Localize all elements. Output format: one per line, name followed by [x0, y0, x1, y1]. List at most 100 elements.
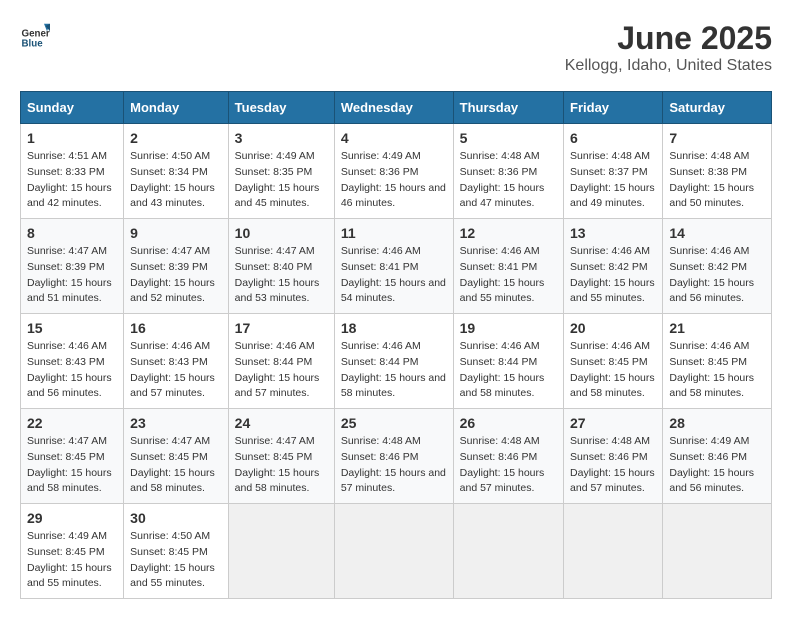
day-info: Sunrise: 4:48 AMSunset: 8:36 PMDaylight:…	[460, 149, 557, 212]
day-number: 10	[235, 225, 328, 241]
day-number: 11	[341, 225, 447, 241]
day-number: 17	[235, 320, 328, 336]
day-info: Sunrise: 4:47 AMSunset: 8:45 PMDaylight:…	[235, 434, 328, 497]
day-number: 26	[460, 415, 557, 431]
calendar-cell: 10 Sunrise: 4:47 AMSunset: 8:40 PMDayligh…	[228, 219, 334, 314]
day-info: Sunrise: 4:46 AMSunset: 8:45 PMDaylight:…	[669, 339, 765, 402]
calendar-week-3: 15 Sunrise: 4:46 AMSunset: 8:43 PMDayligh…	[21, 314, 772, 409]
weekday-header-monday: Monday	[124, 92, 229, 124]
calendar-cell: 18Sunrise: 4:46 AMSunset: 8:44 PMDayligh…	[334, 314, 453, 409]
calendar-cell	[663, 504, 772, 599]
calendar-cell: 25 Sunrise: 4:48 AMSunset: 8:46 PMDayligh…	[334, 409, 453, 504]
day-number: 3	[235, 130, 328, 146]
day-number: 20	[570, 320, 656, 336]
calendar-cell: 15 Sunrise: 4:46 AMSunset: 8:43 PMDayligh…	[21, 314, 124, 409]
calendar-cell: 11Sunrise: 4:46 AMSunset: 8:41 PMDayligh…	[334, 219, 453, 314]
page-subtitle: Kellogg, Idaho, United States	[565, 57, 772, 75]
calendar-week-4: 22 Sunrise: 4:47 AMSunset: 8:45 PMDayligh…	[21, 409, 772, 504]
day-info: Sunrise: 4:48 AMSunset: 8:46 PMDaylight:…	[570, 434, 656, 497]
day-number: 1	[27, 130, 117, 146]
weekday-header-tuesday: Tuesday	[228, 92, 334, 124]
calendar-cell: 20Sunrise: 4:46 AMSunset: 8:45 PMDayligh…	[564, 314, 663, 409]
day-info: Sunrise: 4:47 AMSunset: 8:39 PMDaylight:…	[130, 244, 222, 307]
day-number: 7	[669, 130, 765, 146]
day-info: Sunrise: 4:47 AMSunset: 8:45 PMDaylight:…	[27, 434, 117, 497]
title-area: June 2025 Kellogg, Idaho, United States	[565, 20, 772, 75]
calendar-cell: 12 Sunrise: 4:46 AMSunset: 8:41 PMDayligh…	[453, 219, 563, 314]
calendar-cell: 4Sunrise: 4:49 AMSunset: 8:36 PMDaylight…	[334, 124, 453, 219]
day-number: 16	[130, 320, 222, 336]
day-info: Sunrise: 4:46 AMSunset: 8:42 PMDaylight:…	[570, 244, 656, 307]
day-number: 30	[130, 510, 222, 526]
day-info: Sunrise: 4:46 AMSunset: 8:41 PMDaylight:…	[460, 244, 557, 307]
day-info: Sunrise: 4:46 AMSunset: 8:43 PMDaylight:…	[27, 339, 117, 402]
day-info: Sunrise: 4:47 AMSunset: 8:39 PMDaylight:…	[27, 244, 117, 307]
calendar-week-2: 8 Sunrise: 4:47 AMSunset: 8:39 PMDaylight…	[21, 219, 772, 314]
day-number: 9	[130, 225, 222, 241]
day-number: 23	[130, 415, 222, 431]
day-info: Sunrise: 4:47 AMSunset: 8:45 PMDaylight:…	[130, 434, 222, 497]
day-number: 19	[460, 320, 557, 336]
calendar-cell: 5 Sunrise: 4:48 AMSunset: 8:36 PMDaylight…	[453, 124, 563, 219]
svg-text:Blue: Blue	[22, 38, 44, 49]
calendar-cell: 14Sunrise: 4:46 AMSunset: 8:42 PMDayligh…	[663, 219, 772, 314]
day-info: Sunrise: 4:51 AMSunset: 8:33 PMDaylight:…	[27, 149, 117, 212]
day-number: 28	[669, 415, 765, 431]
calendar-cell	[453, 504, 563, 599]
weekday-header-row: SundayMondayTuesdayWednesdayThursdayFrid…	[21, 92, 772, 124]
calendar-cell: 3Sunrise: 4:49 AMSunset: 8:35 PMDaylight…	[228, 124, 334, 219]
day-number: 12	[460, 225, 557, 241]
day-number: 6	[570, 130, 656, 146]
calendar-cell	[228, 504, 334, 599]
calendar-cell	[334, 504, 453, 599]
calendar-table: SundayMondayTuesdayWednesdayThursdayFrid…	[20, 91, 772, 599]
day-number: 25	[341, 415, 447, 431]
calendar-cell: 1 Sunrise: 4:51 AMSunset: 8:33 PMDaylight…	[21, 124, 124, 219]
calendar-cell: 29 Sunrise: 4:49 AMSunset: 8:45 PMDayligh…	[21, 504, 124, 599]
day-info: Sunrise: 4:46 AMSunset: 8:44 PMDaylight:…	[460, 339, 557, 402]
day-number: 2	[130, 130, 222, 146]
calendar-cell: 6 Sunrise: 4:48 AMSunset: 8:37 PMDaylight…	[564, 124, 663, 219]
calendar-cell: 30 Sunrise: 4:50 AMSunset: 8:45 PMDayligh…	[124, 504, 229, 599]
day-number: 21	[669, 320, 765, 336]
calendar-cell: 7 Sunrise: 4:48 AMSunset: 8:38 PMDaylight…	[663, 124, 772, 219]
weekday-header-thursday: Thursday	[453, 92, 563, 124]
day-number: 13	[570, 225, 656, 241]
calendar-body: 1 Sunrise: 4:51 AMSunset: 8:33 PMDaylight…	[21, 124, 772, 599]
day-info: Sunrise: 4:48 AMSunset: 8:38 PMDaylight:…	[669, 149, 765, 212]
logo: General Blue	[20, 20, 50, 50]
calendar-cell: 27 Sunrise: 4:48 AMSunset: 8:46 PMDayligh…	[564, 409, 663, 504]
day-info: Sunrise: 4:49 AMSunset: 8:45 PMDaylight:…	[27, 529, 117, 592]
day-number: 24	[235, 415, 328, 431]
header: General Blue June 2025 Kellogg, Idaho, U…	[20, 20, 772, 75]
day-number: 14	[669, 225, 765, 241]
day-number: 18	[341, 320, 447, 336]
calendar-cell: 19 Sunrise: 4:46 AMSunset: 8:44 PMDayligh…	[453, 314, 563, 409]
calendar-cell: 9 Sunrise: 4:47 AMSunset: 8:39 PMDaylight…	[124, 219, 229, 314]
day-info: Sunrise: 4:49 AMSunset: 8:36 PMDaylight:…	[341, 149, 447, 212]
calendar-cell: 2 Sunrise: 4:50 AMSunset: 8:34 PMDaylight…	[124, 124, 229, 219]
day-info: Sunrise: 4:48 AMSunset: 8:37 PMDaylight:…	[570, 149, 656, 212]
day-info: Sunrise: 4:46 AMSunset: 8:44 PMDaylight:…	[235, 339, 328, 402]
page-title: June 2025	[565, 20, 772, 57]
calendar-cell: 13 Sunrise: 4:46 AMSunset: 8:42 PMDayligh…	[564, 219, 663, 314]
day-number: 8	[27, 225, 117, 241]
weekday-header-sunday: Sunday	[21, 92, 124, 124]
day-info: Sunrise: 4:47 AMSunset: 8:40 PMDaylight:…	[235, 244, 328, 307]
day-number: 5	[460, 130, 557, 146]
calendar-cell: 17 Sunrise: 4:46 AMSunset: 8:44 PMDayligh…	[228, 314, 334, 409]
weekday-header-wednesday: Wednesday	[334, 92, 453, 124]
day-info: Sunrise: 4:50 AMSunset: 8:45 PMDaylight:…	[130, 529, 222, 592]
calendar-cell: 23 Sunrise: 4:47 AMSunset: 8:45 PMDayligh…	[124, 409, 229, 504]
calendar-cell	[564, 504, 663, 599]
day-number: 15	[27, 320, 117, 336]
day-info: Sunrise: 4:50 AMSunset: 8:34 PMDaylight:…	[130, 149, 222, 212]
weekday-header-saturday: Saturday	[663, 92, 772, 124]
day-info: Sunrise: 4:48 AMSunset: 8:46 PMDaylight:…	[341, 434, 447, 497]
day-info: Sunrise: 4:49 AMSunset: 8:46 PMDaylight:…	[669, 434, 765, 497]
day-number: 22	[27, 415, 117, 431]
day-info: Sunrise: 4:46 AMSunset: 8:43 PMDaylight:…	[130, 339, 222, 402]
day-info: Sunrise: 4:48 AMSunset: 8:46 PMDaylight:…	[460, 434, 557, 497]
day-number: 29	[27, 510, 117, 526]
day-number: 27	[570, 415, 656, 431]
